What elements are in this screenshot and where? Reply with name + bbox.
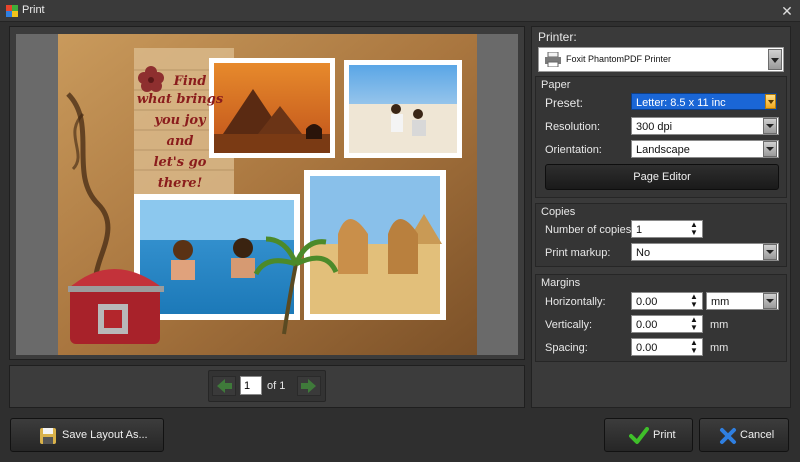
print-label: Print	[653, 429, 676, 441]
cancel-x-icon	[720, 428, 736, 444]
copies-group-title: Copies	[541, 206, 576, 218]
spacing-unit: mm	[710, 342, 729, 354]
prev-page-button[interactable]	[212, 376, 236, 396]
horizontal-spinner[interactable]: ▲ ▼	[688, 293, 700, 309]
checkmark-icon	[629, 427, 649, 444]
floppy-disk-icon	[40, 428, 56, 444]
spacing-spinner[interactable]: ▲ ▼	[688, 339, 700, 355]
chevron-down-icon	[768, 100, 774, 104]
paper-group-title: Paper	[541, 79, 571, 91]
print-markup-select[interactable]: No	[631, 243, 779, 261]
spacing-label: Spacing:	[545, 342, 588, 354]
close-icon[interactable]: ✕	[778, 2, 796, 20]
page-number-input[interactable]	[240, 376, 262, 395]
page-preview[interactable]	[58, 34, 477, 355]
title-bar	[0, 0, 800, 22]
print-button[interactable]: Print	[604, 418, 693, 452]
collage-line-3: you joy	[154, 113, 206, 128]
resolution-dropdown-button[interactable]	[763, 118, 777, 134]
print-markup-dropdown-button[interactable]	[763, 244, 777, 260]
collage-line-4: and	[166, 134, 194, 149]
page-editor-button[interactable]: Page Editor	[545, 164, 779, 190]
resolution-label: Resolution:	[545, 121, 601, 133]
save-layout-button[interactable]: Save Layout As...	[10, 418, 164, 452]
copies-spinner[interactable]: ▲ ▼	[688, 221, 700, 237]
cancel-label: Cancel	[740, 429, 775, 441]
chevron-down-icon	[771, 58, 779, 63]
save-layout-label: Save Layout As...	[62, 429, 148, 441]
arrow-left-icon	[217, 379, 232, 393]
preset-select[interactable]: Letter: 8.5 x 11 inc	[631, 93, 777, 110]
resolution-select[interactable]: 300 dpi	[631, 117, 779, 135]
number-of-copies-label: Number of copies:	[545, 224, 635, 236]
next-page-button[interactable]	[297, 376, 321, 396]
chevron-down-icon	[766, 299, 774, 303]
collage-text-block: what brings you joy and let's go there!	[128, 89, 232, 194]
window-title: Print	[22, 4, 45, 16]
orientation-dropdown-button[interactable]	[763, 141, 777, 157]
orientation-label: Orientation:	[545, 144, 602, 156]
chevron-down-icon	[766, 147, 774, 151]
orientation-select[interactable]: Landscape	[631, 140, 779, 158]
printer-icon	[545, 52, 561, 67]
print-markup-label: Print markup:	[545, 247, 611, 259]
chevron-down-icon	[766, 250, 774, 254]
collage-line-5: let's go	[153, 155, 207, 170]
unit-dropdown-button[interactable]	[763, 293, 777, 309]
printer-label: Printer:	[538, 30, 577, 44]
app-icon	[6, 5, 18, 17]
arrow-right-icon	[301, 379, 316, 393]
vertical-spinner[interactable]: ▲ ▼	[688, 316, 700, 332]
printer-name: Foxit PhantomPDF Printer	[566, 54, 672, 64]
vertical-unit: mm	[710, 319, 729, 331]
cancel-button[interactable]: Cancel	[699, 418, 789, 452]
collage-image	[58, 34, 477, 355]
printer-dropdown-button[interactable]	[768, 49, 782, 70]
preset-dropdown-button[interactable]	[765, 94, 776, 109]
chevron-down-icon	[766, 124, 774, 128]
collage-line-6: there!	[157, 176, 203, 191]
preset-label: Preset:	[545, 96, 584, 110]
horizontal-label: Horizontally:	[545, 296, 606, 308]
margins-group-title: Margins	[541, 277, 581, 289]
vertical-label: Vertically:	[545, 319, 593, 331]
collage-line-2: what brings	[136, 92, 224, 107]
page-total: of 1	[267, 380, 286, 392]
